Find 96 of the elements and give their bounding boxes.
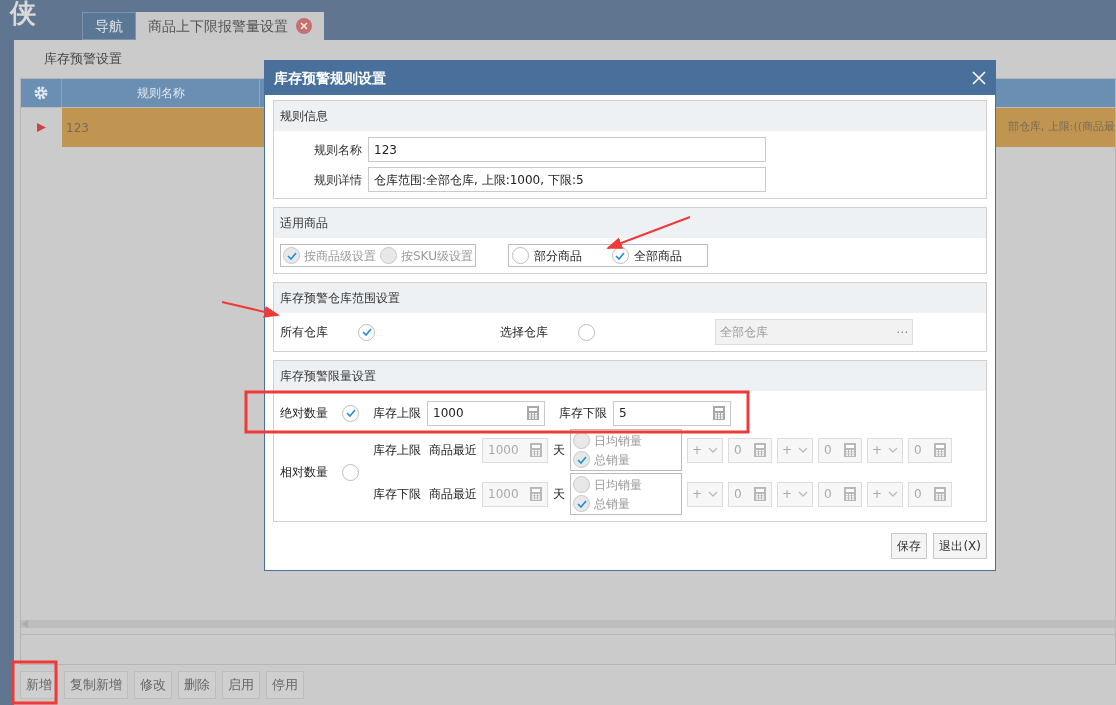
input-field[interactable]: 0 bbox=[908, 481, 952, 507]
field-label: 库存下限 bbox=[373, 486, 421, 503]
field-label: 库存下限 bbox=[559, 405, 607, 422]
toolbar-button[interactable]: 删除 bbox=[178, 671, 216, 699]
chevron-down-icon bbox=[798, 447, 808, 453]
input-field[interactable]: 仓库范围:全部仓库, 上限:1000, 下限:5 bbox=[368, 167, 766, 192]
toolbar-button[interactable]: 复制新增 bbox=[64, 671, 128, 699]
dialog-button[interactable]: 保存 bbox=[891, 533, 928, 559]
annotation-box bbox=[11, 660, 58, 705]
section-header: 库存预警限量设置 bbox=[274, 361, 986, 391]
calculator-icon bbox=[527, 406, 539, 420]
field-label: 规则名称 bbox=[314, 141, 362, 159]
section-header: 库存预警仓库范围设置 bbox=[274, 283, 986, 313]
option-label: 总销量 bbox=[594, 495, 630, 513]
radio-button[interactable] bbox=[573, 476, 590, 493]
annotation-arrow bbox=[221, 301, 280, 318]
radio-button[interactable] bbox=[578, 323, 595, 341]
tab[interactable]: 导航 bbox=[82, 12, 136, 40]
checked-radio[interactable] bbox=[611, 247, 629, 264]
input-field[interactable]: 123 bbox=[368, 137, 766, 162]
table-cell: 部仓库, 上限:((商品最 bbox=[1007, 119, 1115, 136]
toolbar-button[interactable]: 新增 bbox=[20, 671, 58, 699]
check-icon bbox=[615, 251, 626, 260]
option-label: 按商品级设置 bbox=[304, 247, 376, 265]
calculator-icon bbox=[934, 443, 946, 457]
check-icon bbox=[345, 409, 356, 417]
operator-select[interactable]: + bbox=[867, 481, 903, 507]
field-label: 商品最近 bbox=[429, 486, 477, 503]
input-field[interactable]: 0 bbox=[908, 437, 952, 463]
option-label: 所有仓库 bbox=[280, 324, 328, 341]
chevron-down-icon bbox=[798, 491, 808, 497]
calculator-icon bbox=[754, 487, 766, 501]
check-icon bbox=[361, 328, 372, 336]
field-label: 商品最近 bbox=[429, 442, 477, 459]
calculator-icon bbox=[844, 443, 856, 457]
operator-select[interactable]: + bbox=[687, 481, 723, 507]
calculator-icon bbox=[530, 487, 542, 501]
field-label: 库存上限 bbox=[373, 405, 421, 422]
input-field[interactable]: 0 bbox=[728, 481, 772, 507]
column-header[interactable]: 规则名称 bbox=[62, 79, 260, 107]
option-label: 按SKU级设置 bbox=[401, 247, 473, 265]
option-label: 总销量 bbox=[594, 451, 630, 469]
option-label: 部分商品 bbox=[533, 247, 582, 265]
section-header: 适用商品 bbox=[274, 208, 986, 238]
input-field[interactable]: 0 bbox=[818, 481, 862, 507]
checked-radio[interactable] bbox=[358, 323, 375, 341]
picker-value: 全部仓库 bbox=[720, 324, 768, 341]
calculator-icon bbox=[713, 406, 725, 420]
radio-button[interactable] bbox=[511, 247, 529, 264]
checked-radio[interactable] bbox=[573, 451, 590, 468]
settings-icon[interactable] bbox=[33, 85, 49, 101]
input-field[interactable]: 0 bbox=[818, 437, 862, 463]
option-label: 绝对数量 bbox=[280, 405, 329, 422]
option-label: 日均销量 bbox=[594, 476, 642, 494]
chevron-down-icon bbox=[888, 447, 898, 453]
checked-radio[interactable] bbox=[573, 495, 590, 512]
input-field[interactable]: 1000 bbox=[482, 437, 548, 463]
chevron-down-icon bbox=[708, 491, 718, 497]
table-cell-text: 123 bbox=[66, 119, 89, 137]
check-icon bbox=[576, 455, 587, 464]
operator-select[interactable]: + bbox=[777, 481, 813, 507]
calculator-icon bbox=[844, 487, 856, 501]
radio-button[interactable] bbox=[342, 463, 359, 481]
field-label: 库存上限 bbox=[373, 442, 421, 459]
option-label: 日均销量 bbox=[594, 432, 642, 450]
operator-select[interactable]: + bbox=[687, 437, 723, 463]
unit-label: 天 bbox=[553, 442, 565, 459]
field-label: 规则详情 bbox=[314, 171, 362, 189]
chevron-down-icon bbox=[888, 491, 898, 497]
input-field[interactable]: 1000 bbox=[427, 400, 545, 426]
toolbar-button[interactable]: 启用 bbox=[222, 671, 260, 699]
option-label: 选择仓库 bbox=[500, 324, 548, 341]
input-field[interactable]: 0 bbox=[728, 437, 772, 463]
option-label: 全部商品 bbox=[633, 247, 682, 265]
option-label: 相对数量 bbox=[280, 464, 329, 481]
toolbar-button[interactable]: 停用 bbox=[266, 671, 304, 699]
input-field[interactable]: 5 bbox=[613, 400, 731, 426]
operator-select[interactable]: + bbox=[867, 437, 903, 463]
check-icon bbox=[286, 251, 297, 260]
checked-radio[interactable] bbox=[342, 404, 359, 422]
tab[interactable]: 商品上下限报警量设置 bbox=[136, 12, 324, 40]
dialog-title: 库存预警规则设置 bbox=[274, 68, 386, 88]
section-header: 规则信息 bbox=[274, 101, 986, 131]
calculator-icon bbox=[530, 443, 542, 457]
input-field[interactable]: 1000 bbox=[482, 481, 548, 507]
toolbar-button[interactable]: 修改 bbox=[134, 671, 172, 699]
chevron-down-icon bbox=[708, 447, 718, 453]
close-icon[interactable] bbox=[296, 18, 312, 34]
operator-select[interactable]: + bbox=[777, 437, 813, 463]
dialog-button[interactable]: 退出(X) bbox=[933, 533, 987, 559]
check-icon bbox=[576, 499, 587, 508]
logo: 侠 bbox=[10, 0, 36, 30]
unit-label: 天 bbox=[553, 486, 565, 503]
calculator-icon bbox=[934, 487, 946, 501]
close-icon[interactable] bbox=[972, 71, 986, 85]
calculator-icon bbox=[754, 443, 766, 457]
